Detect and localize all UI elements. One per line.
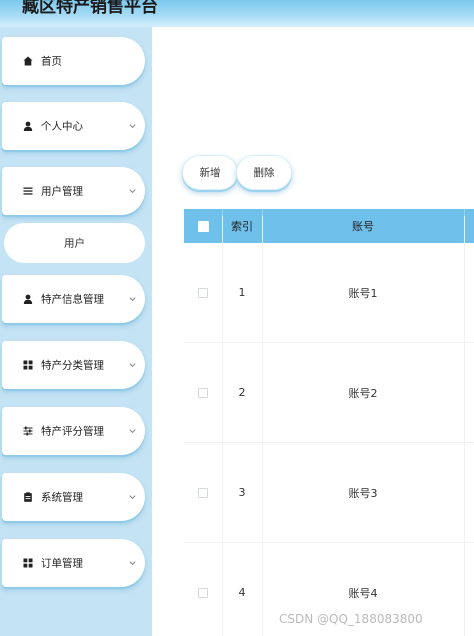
table-row[interactable]: 2 账号2 — [184, 343, 474, 443]
sidebar: 首页 个人中心 用户管理 用户 特产信息管理 特产分类管理 特产评分管理 系统管… — [0, 27, 152, 636]
row-checkbox-cell — [184, 243, 222, 342]
sidebar-item-specialty-rating[interactable]: 特产评分管理 — [2, 407, 145, 455]
clipboard-icon — [22, 491, 34, 503]
sidebar-item-label: 特产评分管理 — [41, 425, 104, 438]
table-row[interactable]: 1 账号1 — [184, 243, 474, 343]
select-all-cell — [184, 209, 222, 243]
table-header: 索引 账号 — [184, 209, 474, 243]
row-account: 账号1 — [348, 286, 378, 300]
sidebar-item-specialty-category[interactable]: 特产分类管理 — [2, 341, 145, 389]
add-button[interactable]: 新增 — [182, 155, 238, 190]
row-checkbox[interactable] — [198, 387, 208, 398]
select-all-checkbox[interactable] — [197, 220, 209, 232]
row-checkbox[interactable] — [198, 487, 208, 498]
sliders-icon — [22, 425, 34, 437]
chevron-down-icon — [129, 189, 136, 194]
sidebar-subitem-users[interactable]: 用户 — [4, 223, 145, 263]
row-checkbox[interactable] — [198, 587, 208, 598]
sidebar-item-label: 特产信息管理 — [41, 293, 104, 306]
row-index: 2 — [238, 386, 246, 399]
user-icon — [22, 120, 34, 132]
row-index: 4 — [238, 586, 246, 599]
table-row[interactable]: 3 账号3 — [184, 443, 474, 543]
column-divider — [222, 216, 223, 636]
main-content: 新增 删除 索引 账号 1 账号1 2 账号2 3 账号3 4 账号4 — [152, 27, 474, 636]
sidebar-item-user-management[interactable]: 用户管理 — [2, 167, 145, 215]
watermark: CSDN @QQ_188083800 — [279, 612, 423, 626]
sidebar-item-home[interactable]: 首页 — [2, 37, 145, 85]
list-icon — [22, 185, 34, 197]
column-divider — [262, 216, 263, 636]
sidebar-item-specialty-info[interactable]: 特产信息管理 — [2, 275, 145, 323]
home-icon — [22, 55, 34, 67]
chevron-down-icon — [129, 124, 136, 129]
user-icon — [22, 293, 34, 305]
chevron-down-icon — [129, 495, 136, 500]
column-divider — [464, 216, 465, 636]
sidebar-subitem-label: 用户 — [64, 237, 85, 250]
row-index: 3 — [238, 486, 246, 499]
sidebar-item-system-management[interactable]: 系统管理 — [2, 473, 145, 521]
row-account: 账号2 — [348, 386, 378, 400]
row-index: 1 — [238, 286, 246, 299]
chevron-down-icon — [129, 561, 136, 566]
sidebar-item-label: 用户管理 — [41, 185, 83, 198]
chevron-down-icon — [129, 429, 136, 434]
sidebar-item-order-management[interactable]: 订单管理 — [2, 539, 145, 587]
sidebar-item-label: 个人中心 — [41, 120, 83, 133]
delete-button[interactable]: 删除 — [236, 155, 292, 190]
sidebar-item-label: 特产分类管理 — [41, 359, 104, 372]
row-checkbox-cell — [184, 343, 222, 442]
top-header: 臧区特产销售平台 — [0, 0, 474, 27]
row-checkbox-cell — [184, 543, 222, 636]
sidebar-item-label: 系统管理 — [41, 491, 83, 504]
app-title: 臧区特产销售平台 — [22, 0, 158, 17]
grid-icon — [22, 359, 34, 371]
row-checkbox[interactable] — [198, 287, 208, 298]
sidebar-item-personal-center[interactable]: 个人中心 — [2, 102, 145, 150]
column-header-account[interactable]: 账号 — [262, 209, 464, 243]
sidebar-item-label: 订单管理 — [41, 557, 83, 570]
sidebar-item-label: 首页 — [41, 55, 62, 68]
grid-icon — [22, 557, 34, 569]
chevron-down-icon — [129, 297, 136, 302]
row-checkbox-cell — [184, 443, 222, 542]
column-header-index[interactable]: 索引 — [222, 209, 262, 243]
chevron-down-icon — [129, 363, 136, 368]
row-account: 账号3 — [348, 486, 378, 500]
